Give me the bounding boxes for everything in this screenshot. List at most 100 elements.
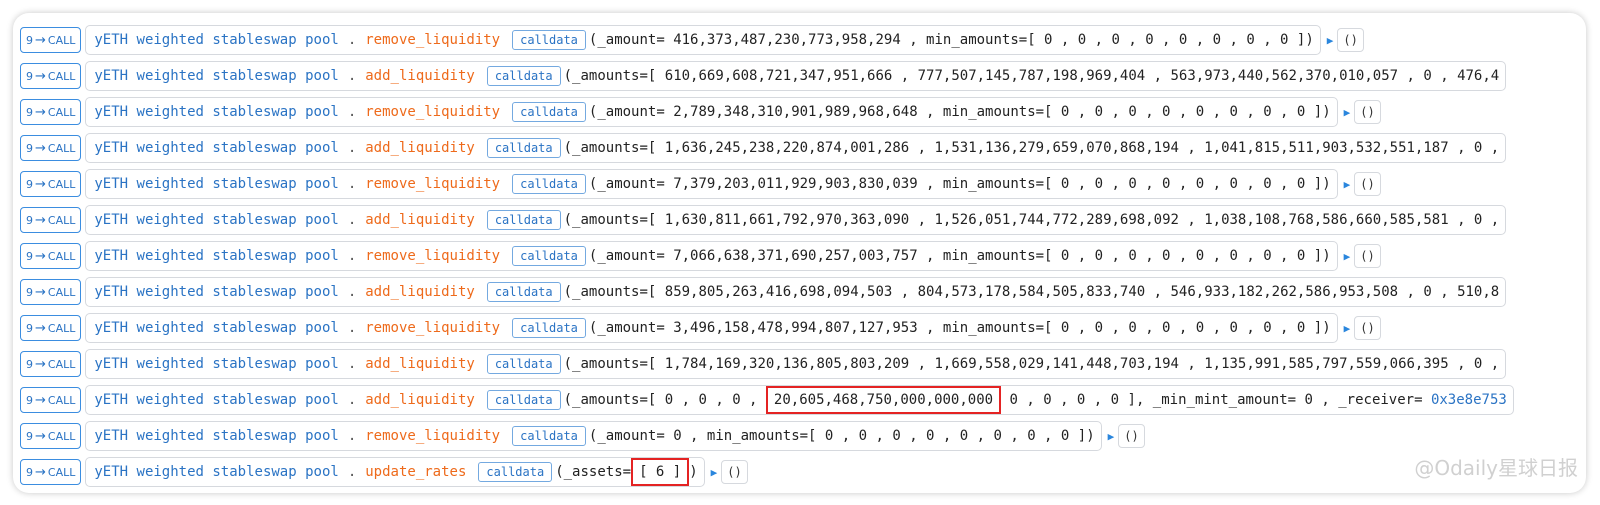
calldata-button[interactable]: calldata <box>486 282 561 302</box>
trace-row: 9 → CALL yETH weighted stableswap pool .… <box>20 346 1586 382</box>
play-triangle-icon[interactable]: ▶ <box>711 466 718 479</box>
function-name[interactable]: remove_liquidity <box>365 176 500 192</box>
contract-name[interactable]: yETH weighted stableswap pool <box>94 32 338 48</box>
arguments-prefix: (_amounts=[ 0 , 0 , 0 , <box>563 392 766 408</box>
function-name[interactable]: remove_liquidity <box>365 104 500 120</box>
function-name[interactable]: add_liquidity <box>365 212 475 228</box>
function-name[interactable]: add_liquidity <box>365 284 475 300</box>
right-arrow-icon: → <box>35 284 46 300</box>
function-name[interactable]: update_rates <box>365 464 466 480</box>
call-depth-badge[interactable]: 9 → CALL <box>20 135 82 161</box>
call-depth: 9 <box>26 249 33 263</box>
call-depth-badge[interactable]: 9 → CALL <box>20 387 82 413</box>
play-triangle-icon[interactable]: ▶ <box>1327 34 1334 47</box>
call-depth-badge[interactable]: 9 → CALL <box>20 171 82 197</box>
calldata-button[interactable]: calldata <box>512 426 586 446</box>
function-name[interactable]: remove_liquidity <box>365 320 500 336</box>
call-arguments: (_amount= 416,373,487,230,773,958,294 , … <box>588 32 1314 48</box>
call-arguments: (_amounts=[ 1,636,245,238,220,874,001,28… <box>563 140 1500 156</box>
play-triangle-icon[interactable]: ▶ <box>1108 430 1115 443</box>
call-depth-badge[interactable]: 9 → CALL <box>20 279 82 305</box>
calldata-button[interactable]: calldata <box>486 138 561 158</box>
call-depth: 9 <box>26 357 33 371</box>
contract-name[interactable]: yETH weighted stableswap pool <box>94 176 338 192</box>
function-name[interactable]: add_liquidity <box>365 356 475 372</box>
calldata-button[interactable]: calldata <box>486 210 561 230</box>
calldata-button[interactable]: calldata <box>512 246 586 266</box>
call-frame: yETH weighted stableswap pool . remove_l… <box>85 169 1338 199</box>
play-triangle-icon[interactable]: ▶ <box>1344 106 1351 119</box>
play-triangle-icon[interactable]: ▶ <box>1344 322 1351 335</box>
contract-name[interactable]: yETH weighted stableswap pool <box>94 320 338 336</box>
call-depth-badge[interactable]: 9 → CALL <box>20 423 82 449</box>
right-arrow-icon: → <box>35 464 46 480</box>
trace-row: 9 → CALL yETH weighted stableswap pool .… <box>20 166 1586 202</box>
return-value[interactable]: () <box>1337 28 1364 52</box>
return-value[interactable]: () <box>721 460 748 484</box>
calldata-button[interactable]: calldata <box>486 354 561 374</box>
contract-name[interactable]: yETH weighted stableswap pool <box>94 392 338 408</box>
calldata-button[interactable]: calldata <box>478 462 553 482</box>
calldata-button[interactable]: calldata <box>512 102 586 122</box>
call-depth-badge[interactable]: 9 → CALL <box>20 243 82 269</box>
call-depth-badge[interactable]: 9 → CALL <box>20 351 82 377</box>
function-name[interactable]: remove_liquidity <box>365 428 500 444</box>
calldata-button[interactable]: calldata <box>512 174 586 194</box>
contract-name[interactable]: yETH weighted stableswap pool <box>94 248 338 264</box>
call-arguments: (_amount= 7,066,638,371,690,257,003,757 … <box>588 248 1331 264</box>
contract-name[interactable]: yETH weighted stableswap pool <box>94 428 338 444</box>
right-arrow-icon: → <box>35 248 46 264</box>
call-frame: yETH weighted stableswap pool . remove_l… <box>85 313 1338 343</box>
right-arrow-icon: → <box>35 104 46 120</box>
call-depth-badge[interactable]: 9 → CALL <box>20 63 82 89</box>
function-name[interactable]: add_liquidity <box>365 392 475 408</box>
call-depth: 9 <box>26 33 33 47</box>
function-name[interactable]: remove_liquidity <box>365 32 500 48</box>
return-value[interactable]: () <box>1118 424 1145 448</box>
separator-dot: . <box>347 320 357 336</box>
calldata-button[interactable]: calldata <box>486 390 561 410</box>
call-depth-badge[interactable]: 9 → CALL <box>20 99 82 125</box>
separator-dot: . <box>347 140 357 156</box>
trace-row: 9 → CALL yETH weighted stableswap pool .… <box>20 22 1586 58</box>
separator-dot: . <box>347 356 357 372</box>
return-value[interactable]: () <box>1354 172 1381 196</box>
calldata-button[interactable]: calldata <box>486 66 561 86</box>
call-depth-badge[interactable]: 9 → CALL <box>20 207 82 233</box>
return-value[interactable]: () <box>1354 316 1381 340</box>
call-type: CALL <box>47 393 76 407</box>
play-triangle-icon[interactable]: ▶ <box>1344 250 1351 263</box>
call-depth-badge[interactable]: 9 → CALL <box>20 315 82 341</box>
return-value[interactable]: () <box>1354 244 1381 268</box>
call-type: CALL <box>47 177 76 191</box>
contract-name[interactable]: yETH weighted stableswap pool <box>94 356 338 372</box>
separator-dot: . <box>347 104 357 120</box>
right-arrow-icon: → <box>35 68 46 84</box>
contract-name[interactable]: yETH weighted stableswap pool <box>94 464 338 480</box>
call-type: CALL <box>47 213 76 227</box>
function-name[interactable]: remove_liquidity <box>365 248 500 264</box>
call-depth-badge[interactable]: 9 → CALL <box>20 27 82 53</box>
call-arguments: (_amounts=[ 1,630,811,661,792,970,363,09… <box>563 212 1500 228</box>
calldata-button[interactable]: calldata <box>512 30 586 50</box>
contract-name[interactable]: yETH weighted stableswap pool <box>94 212 338 228</box>
contract-name[interactable]: yETH weighted stableswap pool <box>94 68 338 84</box>
play-triangle-icon[interactable]: ▶ <box>1344 178 1351 191</box>
function-name[interactable]: add_liquidity <box>365 140 475 156</box>
call-type: CALL <box>47 141 76 155</box>
calldata-button[interactable]: calldata <box>512 318 586 338</box>
receiver-address-link[interactable]: 0x3e8e753 <box>1431 392 1507 408</box>
contract-name[interactable]: yETH weighted stableswap pool <box>94 284 338 300</box>
trace-row: 9 → CALL yETH weighted stableswap pool .… <box>20 418 1586 454</box>
function-name[interactable]: add_liquidity <box>365 68 475 84</box>
call-type: CALL <box>47 429 76 443</box>
separator-dot: . <box>347 32 357 48</box>
call-depth-badge[interactable]: 9 → CALL <box>20 459 82 485</box>
right-arrow-icon: → <box>35 392 46 408</box>
contract-name[interactable]: yETH weighted stableswap pool <box>94 140 338 156</box>
call-depth: 9 <box>26 321 33 335</box>
return-value[interactable]: () <box>1354 100 1381 124</box>
call-frame: yETH weighted stableswap pool . remove_l… <box>85 421 1102 451</box>
call-frame: yETH weighted stableswap pool . add_liqu… <box>85 61 1507 91</box>
contract-name[interactable]: yETH weighted stableswap pool <box>94 104 338 120</box>
